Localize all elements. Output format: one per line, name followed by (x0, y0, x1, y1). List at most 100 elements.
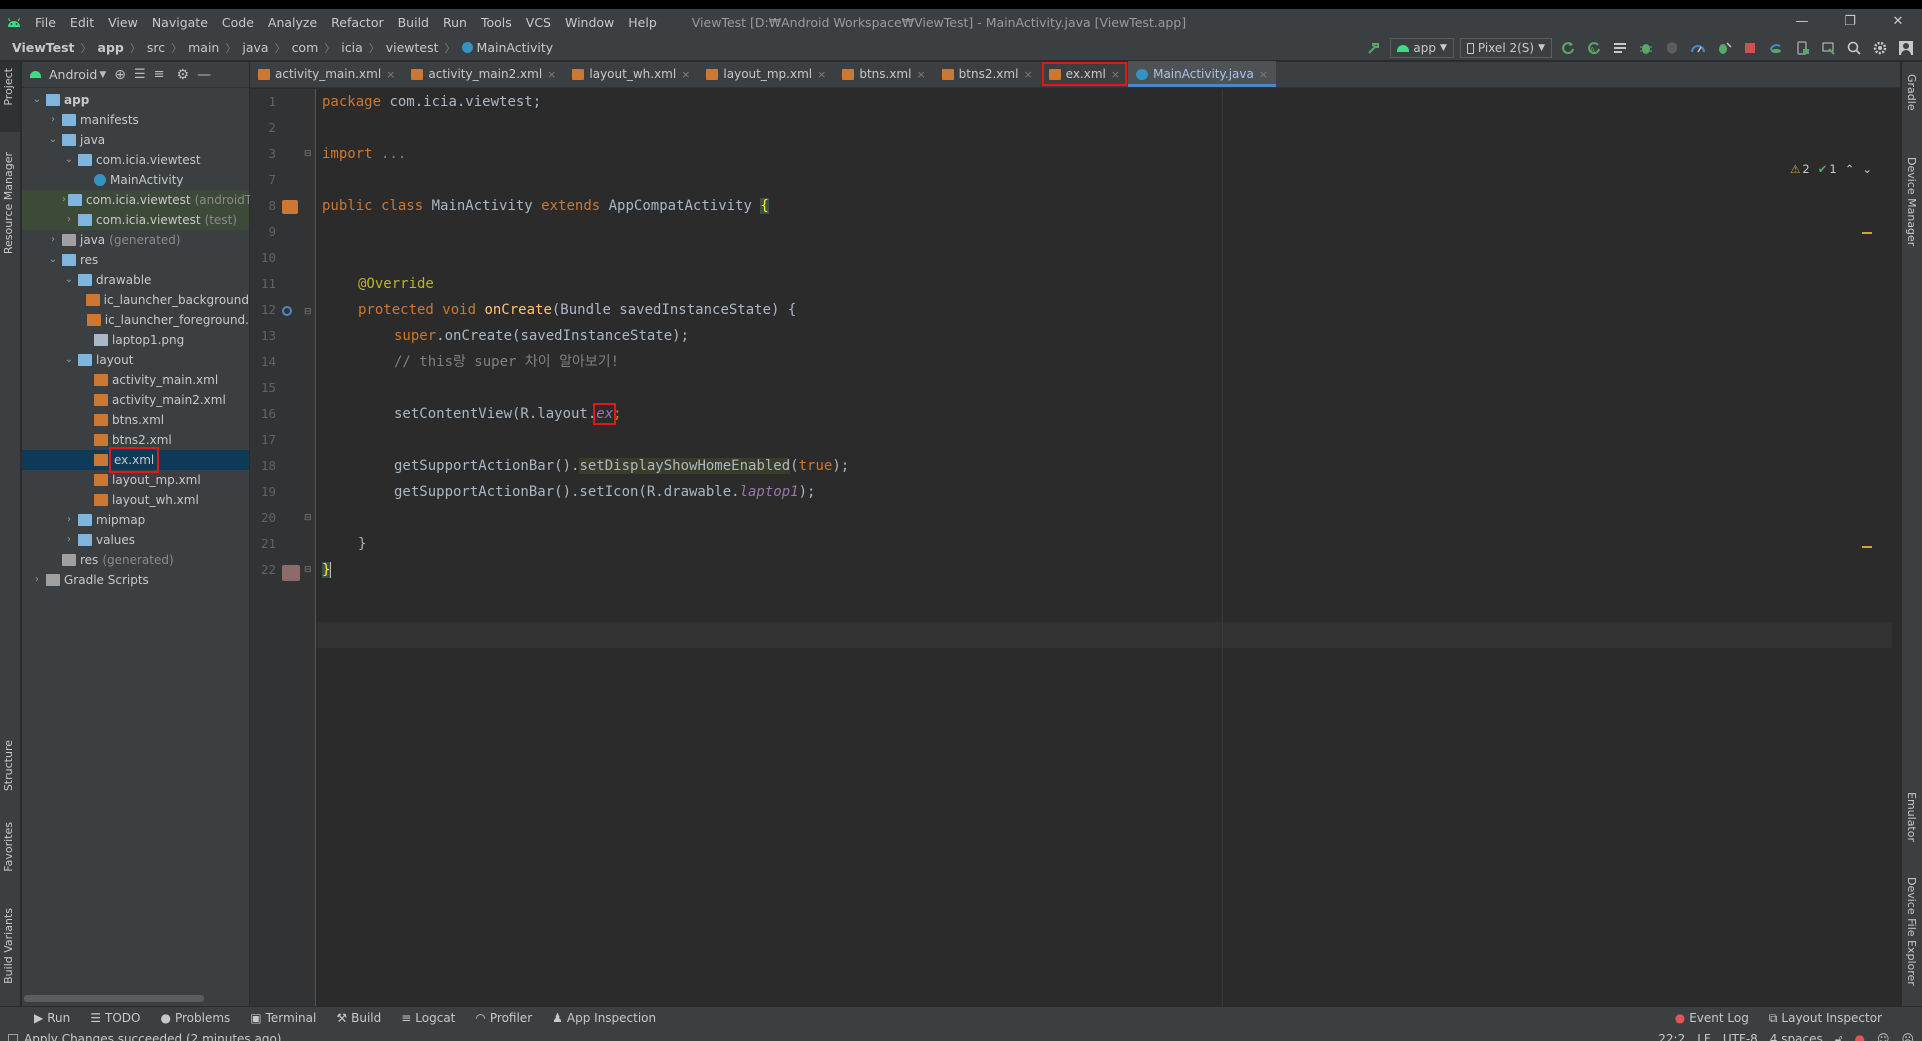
user-avatar-icon[interactable] (1896, 38, 1916, 58)
device-manager-icon[interactable] (1792, 38, 1812, 58)
image-preview-gutter-icon[interactable] (282, 565, 300, 581)
tree-item[interactable]: layout_wh.xml (22, 490, 249, 510)
tree-item[interactable]: › Gradle Scripts (22, 570, 249, 590)
locate-file-icon[interactable]: ⊕ (114, 67, 126, 83)
notification-icon[interactable]: ☹ (1901, 1032, 1914, 1041)
tree-item[interactable]: layout_mp.xml (22, 470, 249, 490)
terminal-tool-button[interactable]: ▣ Terminal (240, 1011, 326, 1025)
tree-item[interactable]: activity_main2.xml (22, 390, 249, 410)
editor-tab[interactable]: ex.xml × (1041, 61, 1128, 87)
device-manager-tool-tab[interactable]: Device Manager (1905, 157, 1918, 246)
chevron-down-icon[interactable]: ⌄ (62, 270, 76, 290)
sync-gradle-icon[interactable] (1766, 38, 1786, 58)
profile-icon[interactable] (1688, 38, 1708, 58)
code-editor[interactable]: package com.icia.viewtest; import ... pu… (322, 89, 1862, 1015)
fold-marker-icon[interactable]: ⊟ (304, 513, 312, 523)
event-log-tool-button[interactable]: ● Event Log (1665, 1011, 1759, 1025)
chevron-right-icon[interactable]: › (62, 190, 66, 210)
tree-item[interactable]: › java (generated) (22, 230, 249, 250)
device-dropdown[interactable]: Pixel 2(S) ▼ (1459, 38, 1552, 58)
file-encoding[interactable]: UTF-8 (1723, 1032, 1758, 1041)
menu-refactor[interactable]: Refactor (324, 15, 390, 30)
menu-navigate[interactable]: Navigate (145, 15, 215, 30)
tree-item[interactable]: › values (22, 530, 249, 550)
close-button[interactable]: ✕ (1874, 9, 1922, 35)
chevron-down-icon[interactable]: ⌄ (30, 90, 44, 110)
coverage-icon[interactable] (1662, 38, 1682, 58)
menu-view[interactable]: View (101, 15, 145, 30)
minimize-button[interactable]: — (1778, 9, 1826, 35)
build-tool-button[interactable]: ⚒ Build (326, 1011, 391, 1025)
logcat-tool-button[interactable]: ≡ Logcat (391, 1011, 465, 1025)
lock-icon[interactable]: 🔓︎ (1835, 1032, 1843, 1041)
caret-position[interactable]: 22:2 (1658, 1032, 1685, 1041)
restore-button[interactable]: ❐ (1826, 9, 1874, 35)
chevron-right-icon[interactable]: › (46, 230, 60, 250)
menu-edit[interactable]: Edit (63, 15, 101, 30)
close-tab-icon[interactable]: × (817, 68, 826, 81)
editor-tab[interactable]: layout_mp.xml × (698, 61, 834, 87)
close-tab-icon[interactable]: × (1023, 68, 1032, 81)
menu-analyze[interactable]: Analyze (261, 15, 324, 30)
menu-window[interactable]: Window (558, 15, 621, 30)
sdk-manager-icon[interactable] (1818, 38, 1838, 58)
breadcrumb-src[interactable]: src (141, 40, 165, 55)
tree-item[interactable]: ic_launcher_foreground. (22, 310, 249, 330)
horizontal-scrollbar[interactable] (24, 995, 204, 1002)
breadcrumb-com[interactable]: com (286, 40, 319, 55)
chevron-right-icon[interactable]: › (30, 570, 44, 590)
breadcrumb-java[interactable]: java (236, 40, 268, 55)
breadcrumb-main[interactable]: main (182, 40, 219, 55)
status-panel-icon[interactable] (8, 1034, 18, 1041)
build-variants-tool-tab[interactable]: Build Variants (2, 908, 15, 984)
tree-item[interactable]: MainActivity (22, 170, 249, 190)
close-tab-icon[interactable]: × (1111, 68, 1120, 81)
tree-item[interactable]: ⌄ java (22, 130, 249, 150)
project-view-mode-dropdown[interactable]: Android (49, 67, 97, 82)
warning-stripe-marker[interactable] (1862, 232, 1872, 234)
tree-item[interactable]: ⌄ layout (22, 350, 249, 370)
menu-help[interactable]: Help (621, 15, 664, 30)
stop-icon[interactable] (1740, 38, 1760, 58)
menu-build[interactable]: Build (391, 15, 436, 30)
fold-marker-icon[interactable]: ⊟ (304, 149, 312, 159)
line-separator[interactable]: LF (1697, 1032, 1711, 1041)
gear-icon[interactable]: ⚙ (177, 67, 190, 83)
close-tab-icon[interactable]: × (681, 68, 690, 81)
project-tool-tab[interactable]: Project (0, 62, 20, 132)
tree-item[interactable]: res (generated) (22, 550, 249, 570)
hide-panel-icon[interactable]: — (197, 67, 211, 83)
fold-marker-icon[interactable]: ⊟ (304, 307, 312, 317)
indent-setting[interactable]: 4 spaces (1770, 1032, 1823, 1041)
tree-item[interactable]: › manifests (22, 110, 249, 130)
editor-tab[interactable]: MainActivity.java × (1128, 61, 1277, 87)
tree-item[interactable]: ⌄ com.icia.viewtest (22, 150, 249, 170)
menu-code[interactable]: Code (215, 15, 261, 30)
layout-inspector-tool-button[interactable]: ⧉ Layout Inspector (1759, 1011, 1892, 1026)
tree-item[interactable]: ⌄ res (22, 250, 249, 270)
tree-item[interactable]: btns.xml (22, 410, 249, 430)
editor-tab[interactable]: activity_main.xml × (250, 61, 403, 87)
editor-tab[interactable]: btns.xml × (834, 61, 933, 87)
apply-changes-icon[interactable]: A (1584, 38, 1604, 58)
favorites-tool-tab[interactable]: Favorites (2, 822, 15, 872)
chevron-up-icon[interactable]: ⌃ (1845, 162, 1855, 176)
close-tab-icon[interactable]: × (547, 68, 556, 81)
override-method-gutter-icon[interactable] (282, 306, 292, 316)
chevron-right-icon[interactable]: › (62, 530, 76, 550)
breadcrumb-project[interactable]: ViewTest (0, 40, 75, 55)
gradle-tool-tab[interactable]: Gradle (1905, 74, 1918, 111)
run-tool-button[interactable]: ▶ Run (24, 1011, 80, 1025)
tree-item[interactable]: ⌄ app (22, 90, 249, 110)
todo-tool-button[interactable]: ☰ TODO (80, 1011, 150, 1025)
menu-run[interactable]: Run (436, 15, 474, 30)
status-message[interactable]: Apply Changes succeeded (2 minutes ago) (24, 1032, 281, 1041)
collapse-all-icon[interactable]: ≡ (154, 67, 165, 82)
structure-tool-tab[interactable]: Structure (2, 740, 15, 791)
attach-debugger-icon[interactable] (1714, 38, 1734, 58)
tree-item[interactable]: ex.xml (22, 447, 249, 473)
menu-tools[interactable]: Tools (474, 15, 519, 30)
search-icon[interactable] (1844, 38, 1864, 58)
breadcrumb-mainactivity[interactable]: MainActivity (473, 40, 554, 55)
fold-marker-icon[interactable]: ⊟ (304, 565, 312, 575)
